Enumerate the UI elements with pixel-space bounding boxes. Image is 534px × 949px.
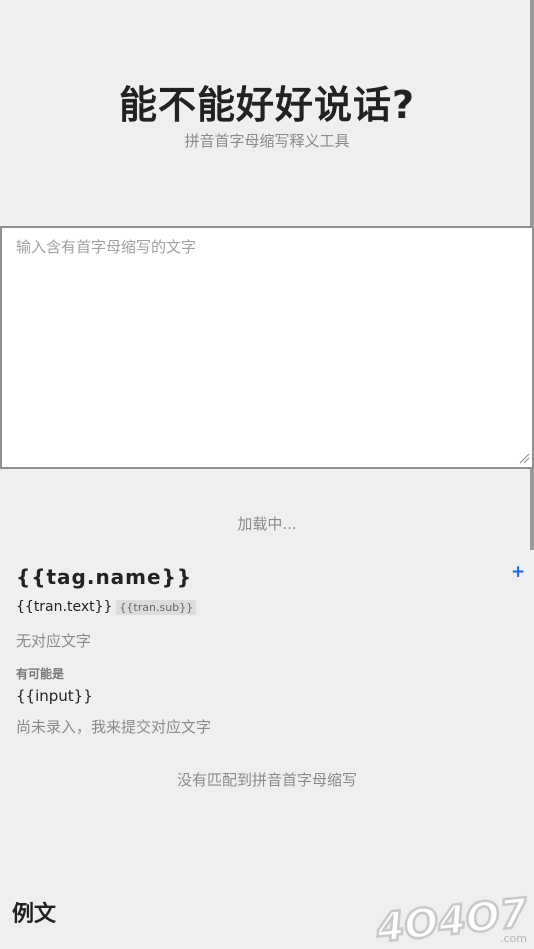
translation-sub-badge: {{tran.sub}} bbox=[116, 599, 197, 615]
translation-row: {{tran.text}} {{tran.sub}} bbox=[16, 599, 197, 615]
translation-text: {{tran.text}} bbox=[16, 599, 113, 615]
watermark-logo: 4O4O7 .com bbox=[372, 890, 531, 946]
input-value: {{input}} bbox=[16, 687, 93, 705]
maybe-label: 有可能是 bbox=[16, 667, 65, 681]
resize-handle-icon[interactable] bbox=[518, 452, 530, 464]
loading-text: 加载中... bbox=[237, 515, 297, 533]
page-title: 能不能好好说话? bbox=[118, 83, 416, 127]
page: 能不能好好说话? 拼音首字母缩写释义工具 加载中... {{tag.name}}… bbox=[0, 0, 534, 949]
add-icon[interactable]: + bbox=[511, 562, 525, 582]
no-translation-text: 无对应文字 bbox=[16, 632, 92, 650]
tag-name: {{tag.name}} bbox=[16, 565, 193, 589]
abbreviation-input[interactable] bbox=[0, 226, 534, 469]
example-heading: 例文 bbox=[12, 902, 57, 927]
watermark-suffix: .com bbox=[500, 932, 527, 945]
no-match-text: 没有匹配到拼音首字母缩写 bbox=[176, 771, 357, 789]
page-subtitle: 拼音首字母缩写释义工具 bbox=[184, 132, 350, 150]
submit-translation-link[interactable]: 尚未录入，我来提交对应文字 bbox=[16, 716, 211, 737]
